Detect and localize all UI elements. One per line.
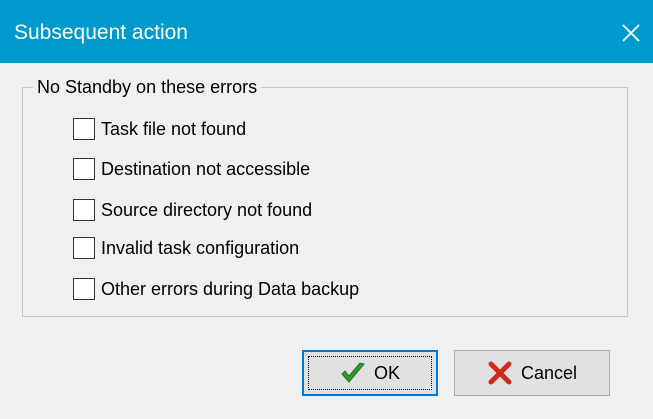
x-icon — [488, 361, 512, 385]
title-bar: Subsequent action — [0, 0, 653, 63]
subsequent-action-dialog: Subsequent action No Standby on these er… — [0, 0, 653, 419]
checkbox-label: Invalid task configuration — [101, 238, 300, 258]
window-title: Subsequent action — [14, 21, 188, 44]
other-errors-checkbox[interactable]: Other errors during Data backup — [73, 277, 359, 301]
groupbox-legend: No Standby on these errors — [33, 76, 262, 98]
checkbox-label: Source directory not found — [101, 200, 313, 220]
checkbox-box[interactable] — [73, 278, 95, 300]
checkbox-label: Destination not accessible — [101, 159, 311, 179]
checkbox-box[interactable] — [73, 118, 95, 140]
cancel-button[interactable]: Cancel — [454, 350, 610, 396]
ok-button[interactable]: OK — [302, 350, 438, 396]
checkbox-box[interactable] — [73, 237, 95, 259]
checkbox-box[interactable] — [73, 158, 95, 180]
close-button[interactable] — [609, 10, 653, 56]
checkbox-box[interactable] — [73, 199, 95, 221]
checkmark-icon — [341, 362, 365, 383]
checkbox-label: Task file not found — [101, 119, 247, 139]
cancel-button-label: Cancel — [520, 362, 578, 383]
destination-not-accessible-checkbox[interactable]: Destination not accessible — [73, 157, 310, 181]
close-icon — [622, 24, 640, 42]
checkbox-label: Other errors during Data backup — [101, 279, 360, 299]
source-directory-not-found-checkbox[interactable]: Source directory not found — [73, 198, 312, 222]
task-file-not-found-checkbox[interactable]: Task file not found — [73, 117, 246, 141]
ok-button-label: OK — [373, 362, 400, 383]
invalid-task-configuration-checkbox[interactable]: Invalid task configuration — [73, 236, 299, 260]
